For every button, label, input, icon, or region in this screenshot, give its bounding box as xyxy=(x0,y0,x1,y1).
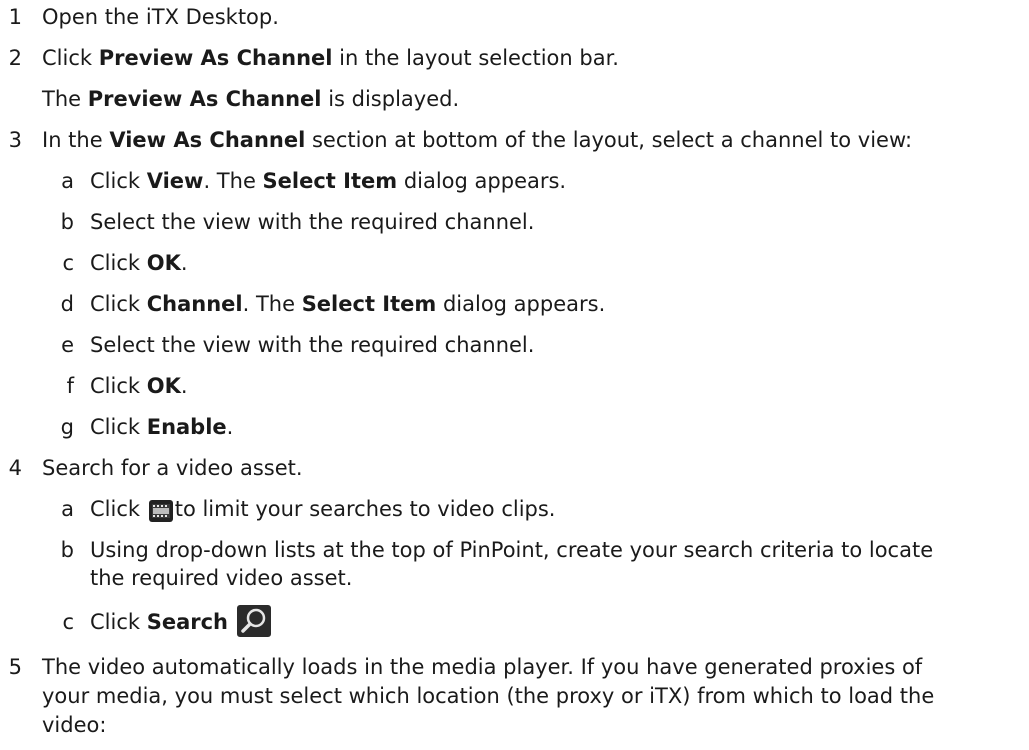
substep-letter: b xyxy=(60,210,74,234)
substep-text: Click View. The Select Item dialog appea… xyxy=(90,169,567,193)
substep-text: Click to limit your searches to video cl… xyxy=(90,495,556,529)
substep-text: Using drop-down lists at the top of PinP… xyxy=(90,538,934,562)
ui-term: Preview As Channel xyxy=(98,46,333,70)
substep-text: Click OK. xyxy=(90,374,188,398)
step-number: 4 xyxy=(8,456,22,480)
substep-text: Select the view with the required channe… xyxy=(90,333,535,357)
step-number: 1 xyxy=(8,5,22,29)
substep-letter: e xyxy=(61,333,74,357)
step-text: Open the iTX Desktop. xyxy=(42,5,279,29)
substep-letter: f xyxy=(66,374,74,398)
film-icon xyxy=(148,500,173,529)
step-text-continued: video: xyxy=(42,713,107,737)
step-text: The video automatically loads in the med… xyxy=(42,655,923,679)
substep-letter: d xyxy=(60,292,74,316)
step-text: Search for a video asset. xyxy=(42,456,303,480)
ui-term: View As Channel xyxy=(109,128,306,152)
substep-letter: g xyxy=(60,415,74,439)
substep-text: Click OK. xyxy=(90,251,188,275)
substep-letter: a xyxy=(61,169,74,193)
step-text-continued: your media, you must select which locati… xyxy=(42,684,935,708)
result-text: The Preview As Channel is displayed. xyxy=(42,87,460,111)
search-icon xyxy=(236,605,271,647)
step-text: In the View As Channel section at bottom… xyxy=(42,128,913,152)
substep-text: Click Channel. The Select Item dialog ap… xyxy=(90,292,606,316)
substep-letter: c xyxy=(62,610,74,634)
ui-term: Preview As Channel xyxy=(87,87,322,111)
step-text: Click Preview As Channel in the layout s… xyxy=(42,46,619,70)
substep-text-continued: the required video asset. xyxy=(90,566,353,590)
substep-text: Click Enable. xyxy=(90,415,234,439)
substep-text: Click Search xyxy=(90,605,273,647)
substep-letter: a xyxy=(61,497,74,521)
step-number: 3 xyxy=(8,128,22,152)
substep-letter: b xyxy=(60,538,74,562)
substep-letter: c xyxy=(62,251,74,275)
step-number: 2 xyxy=(8,46,22,70)
step-number: 5 xyxy=(8,655,22,679)
substep-text: Select the view with the required channe… xyxy=(90,210,535,234)
